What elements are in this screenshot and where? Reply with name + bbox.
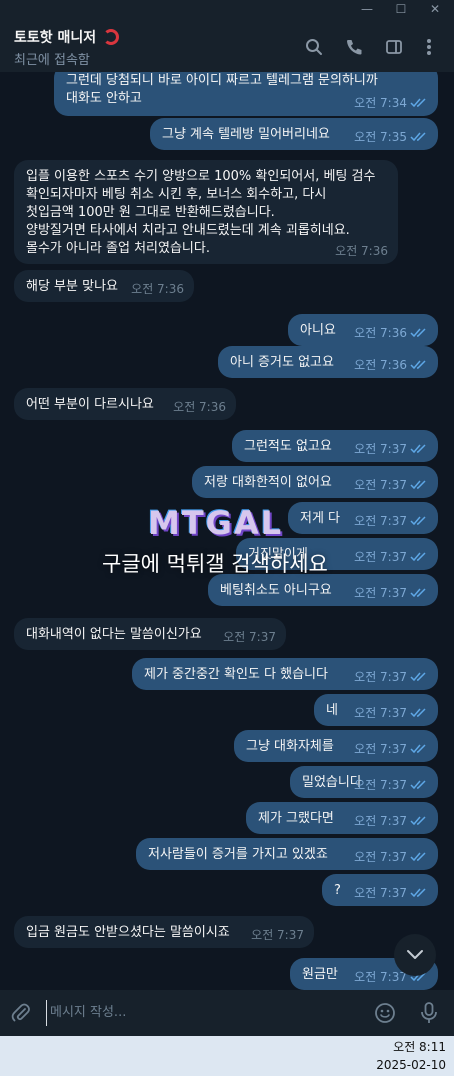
message-bubble-outgoing[interactable]: 베팅취소도 아니구요 오전 7:37: [208, 574, 438, 606]
message-time: 오전 7:37: [354, 478, 407, 492]
read-check-icon: [410, 480, 426, 490]
message-bubble-outgoing[interactable]: 저사람들이 증거를 가지고 있겠죠 오전 7:37: [136, 838, 438, 870]
read-check-icon: [410, 672, 426, 682]
message-bubble-outgoing[interactable]: 제가 중간중간 확인도 다 했습니다 오전 7:37: [132, 658, 438, 690]
message-time: 오전 7:35: [354, 130, 407, 144]
message-time: 오전 7:37: [354, 706, 407, 720]
close-window-button[interactable]: ✕: [418, 0, 452, 18]
read-check-icon: [410, 708, 426, 718]
message-time: 오전 7:37: [354, 970, 407, 984]
message-time: 오전 7:37: [354, 550, 407, 564]
search-icon[interactable]: [303, 36, 325, 58]
message-time: 오전 7:37: [354, 850, 407, 864]
taskbar-clock[interactable]: 오전 8:11 2025-02-10: [376, 1038, 446, 1074]
read-check-icon: [410, 98, 426, 108]
message-time: 오전 7:37: [354, 670, 407, 684]
read-check-icon: [410, 888, 426, 898]
more-options-icon[interactable]: [418, 36, 440, 58]
message-bubble-outgoing[interactable]: 아니요 오전 7:36: [288, 314, 438, 346]
read-check-icon: [410, 852, 426, 862]
read-check-icon: [410, 132, 426, 142]
chat-status: 최근에 접속함: [14, 53, 90, 68]
message-time: 오전 7:34: [354, 96, 407, 110]
chat-header[interactable]: 토토핫 매니저 최근에 접속함: [0, 18, 454, 72]
read-check-icon: [410, 816, 426, 826]
microphone-icon[interactable]: [418, 1002, 440, 1024]
chevron-down-icon: [407, 950, 423, 959]
message-time: 오전 7:37: [354, 886, 407, 900]
message-time: 오전 7:36: [173, 400, 226, 414]
message-time: 오전 7:37: [251, 928, 304, 942]
window-titlebar: — ☐ ✕: [0, 0, 454, 18]
message-time: 오전 7:37: [354, 586, 407, 600]
emoji-badge-icon: [103, 29, 120, 45]
message-bubble-outgoing[interactable]: 그냥 계속 텔레방 밀어버리네요 오전 7:35: [150, 118, 438, 150]
message-bubble-outgoing[interactable]: 네 오전 7:37: [314, 694, 438, 726]
message-time: 오전 7:36: [335, 244, 388, 258]
message-bubble-incoming[interactable]: 대화내역이 없다는 말씀이신가요 오전 7:37: [14, 618, 286, 650]
message-bubble-outgoing[interactable]: 아니 증거도 없고요 오전 7:36: [218, 346, 438, 378]
watermark-logo: MTGAL: [148, 504, 284, 542]
read-check-icon: [410, 516, 426, 526]
phone-icon[interactable]: [343, 36, 365, 58]
read-check-icon: [410, 588, 426, 598]
message-time: 오전 7:37: [354, 442, 407, 456]
message-bubble-outgoing[interactable]: 밀었습니다 오전 7:37: [290, 766, 438, 798]
watermark-text: 구글에 먹튀갤 검색하세요: [102, 552, 328, 576]
message-time: 오전 7:36: [131, 282, 184, 296]
taskbar-date: 2025-02-10: [376, 1058, 446, 1072]
message-bubble-outgoing[interactable]: 그냥 대화자체를 오전 7:37: [234, 730, 438, 762]
read-check-icon: [410, 328, 426, 338]
message-time: 오전 7:37: [223, 630, 276, 644]
chat-title: 토토핫 매니저: [14, 30, 97, 46]
message-time: 오전 7:37: [354, 814, 407, 828]
read-check-icon: [410, 744, 426, 754]
maximize-button[interactable]: ☐: [384, 0, 418, 18]
message-bubble-incoming[interactable]: 입플 이용한 스포츠 수기 양방으로 100% 확인되어서, 베팅 검수 확인되…: [14, 160, 398, 264]
read-check-icon: [410, 360, 426, 370]
message-input[interactable]: 메시지 작성...: [46, 1000, 356, 1026]
message-bubble-outgoing[interactable]: 그런적도 없고요 오전 7:37: [232, 430, 438, 462]
minimize-button[interactable]: —: [350, 0, 384, 18]
message-bubble-outgoing[interactable]: 저게 다 오전 7:37: [288, 502, 438, 534]
message-bubble-outgoing[interactable]: 그런데 당첨되니 바로 아이디 짜르고 텔레그램 문의하니까 대화도 안하고 오…: [54, 72, 438, 116]
message-time: 오전 7:36: [354, 358, 407, 372]
read-check-icon: [410, 780, 426, 790]
read-check-icon: [410, 444, 426, 454]
message-composer: 메시지 작성...: [0, 990, 454, 1036]
read-check-icon: [410, 552, 426, 562]
chat-title-row: 토토핫 매니저: [14, 27, 120, 47]
message-bubble-incoming[interactable]: 입금 원금도 안받으셨다는 말씀이시죠 오전 7:37: [14, 916, 314, 948]
message-bubble-incoming[interactable]: 해당 부분 맞나요 오전 7:36: [14, 270, 194, 302]
message-bubble-outgoing[interactable]: 저랑 대화한적이 없어요 오전 7:37: [192, 466, 438, 498]
message-time: 오전 7:37: [354, 514, 407, 528]
message-time: 오전 7:36: [354, 326, 407, 340]
sidebar-toggle-icon[interactable]: [383, 36, 405, 58]
message-text: 입플 이용한 스포츠 수기 양방으로 100% 확인되어서, 베팅 검수 확인되…: [26, 169, 376, 256]
message-time: 오전 7:37: [354, 742, 407, 756]
taskbar-time: 오전 8:11: [393, 1040, 446, 1054]
attach-icon[interactable]: [10, 1002, 32, 1024]
scroll-down-button[interactable]: [394, 934, 436, 976]
message-bubble-incoming[interactable]: 어떤 부분이 다르시나요 오전 7:36: [14, 388, 236, 420]
message-bubble-outgoing[interactable]: ? 오전 7:37: [322, 874, 438, 906]
taskbar: 오전 8:11 2025-02-10: [0, 1036, 454, 1076]
message-bubble-outgoing[interactable]: 제가 그랬다면 오전 7:37: [246, 802, 438, 834]
message-time: 오전 7:37: [354, 778, 407, 792]
emoji-icon[interactable]: [374, 1002, 396, 1024]
